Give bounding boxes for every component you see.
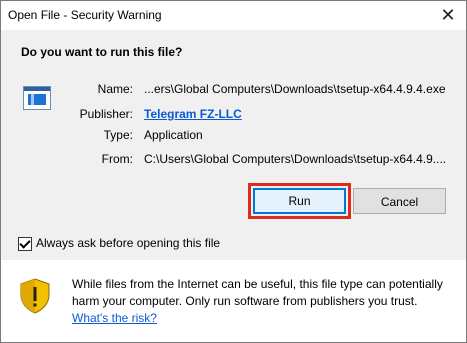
always-ask-label[interactable]: Always ask before opening this file: [36, 236, 220, 250]
run-button[interactable]: Run: [253, 188, 346, 214]
window-title: Open File - Security Warning: [8, 8, 162, 22]
name-value: ...ers\Global Computers\Downloads\tsetup…: [144, 82, 446, 96]
publisher-label: Publisher:: [79, 107, 133, 121]
whats-the-risk-link[interactable]: What's the risk?: [72, 311, 157, 325]
security-shield-icon: [20, 278, 50, 314]
title-bar: Open File - Security Warning ✕: [1, 1, 466, 30]
from-value: C:\Users\Global Computers\Downloads\tset…: [144, 152, 447, 166]
security-warning-dialog: Open File - Security Warning ✕ Do you wa…: [0, 0, 467, 343]
always-ask-checkbox[interactable]: [18, 237, 32, 251]
from-label: From:: [101, 152, 133, 166]
warning-section: While files from the Internet can be use…: [1, 260, 466, 342]
name-label: Name:: [97, 82, 133, 96]
question-heading: Do you want to run this file?: [21, 45, 183, 59]
publisher-link[interactable]: Telegram FZ-LLC: [144, 107, 242, 121]
warning-message: While files from the Internet can be use…: [72, 277, 443, 308]
dialog-content: Do you want to run this file? Name: ...e…: [1, 30, 466, 260]
cancel-button[interactable]: Cancel: [353, 188, 446, 214]
warning-text: While files from the Internet can be use…: [72, 276, 452, 327]
type-value: Application: [144, 128, 203, 142]
type-label: Type:: [103, 128, 133, 142]
close-icon[interactable]: ✕: [438, 5, 458, 25]
